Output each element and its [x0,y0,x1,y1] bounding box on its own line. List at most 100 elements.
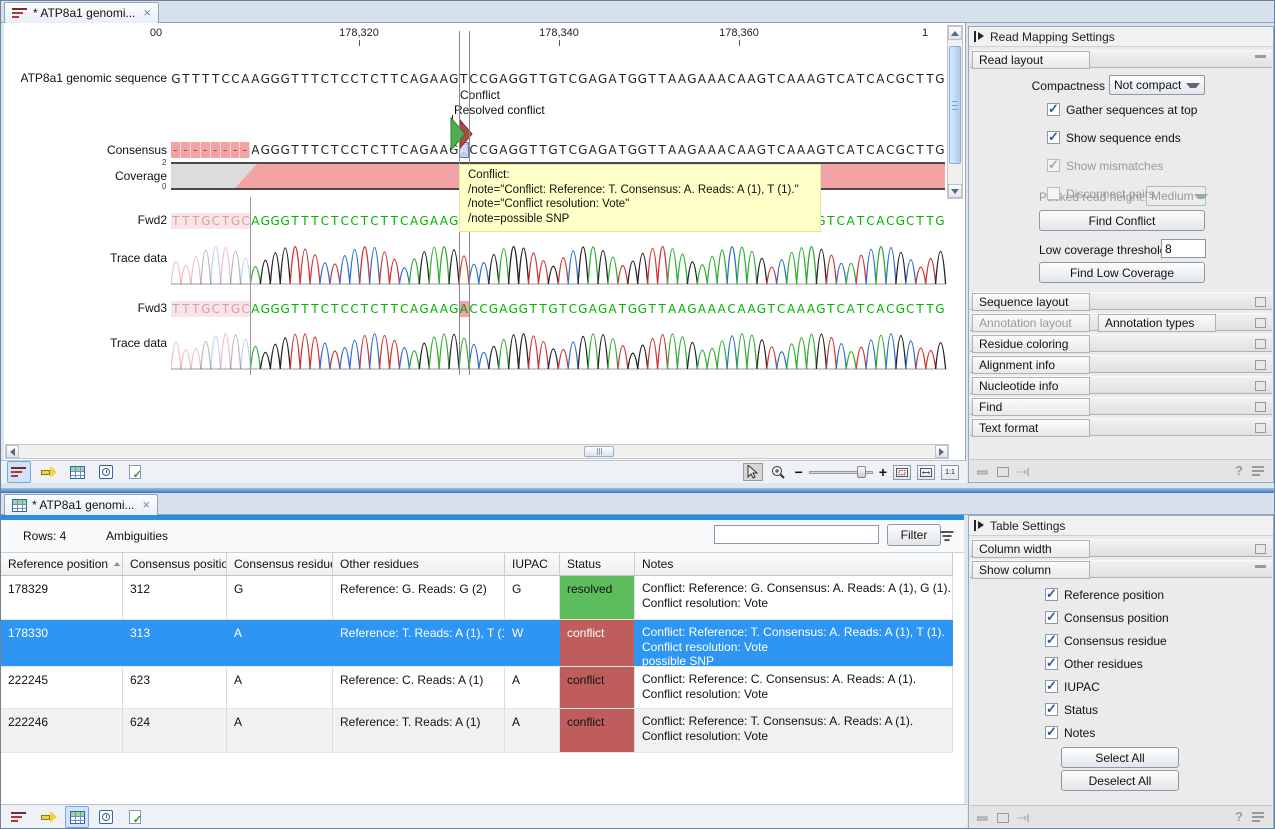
close-icon[interactable]: × [144,7,152,19]
checkbox-icon[interactable] [1047,159,1060,172]
zoom-slider[interactable] [809,465,873,479]
help-icon[interactable]: ? [1235,463,1243,478]
zoom-in-tool-icon[interactable] [769,463,789,481]
dock-panel-icon[interactable] [1017,466,1028,476]
deselect-all-button[interactable]: Deselect All [1061,770,1179,791]
horizontal-scrollbar[interactable] [5,444,949,459]
zoom-to-selection-icon[interactable] [893,465,911,480]
collapse-icon[interactable] [1255,55,1266,58]
column-header-consensus-position[interactable]: Consensus position [123,553,227,576]
filter-button[interactable]: Filter [887,524,941,546]
float-panel-icon[interactable] [997,812,1008,822]
view-mode-button-history[interactable] [94,461,118,483]
compactness-dropdown[interactable]: Not compact [1109,75,1205,95]
reference-sequence[interactable]: GTTTTCCAAGGGTTTCTCCTCTTCAGAAGTCCGAGGTTGT… [171,71,945,87]
group-nucleotide-info[interactable]: Nucleotide info [970,376,1272,394]
scroll-up-button[interactable] [948,26,962,40]
checkbox-icon[interactable] [1047,187,1060,200]
show-column-checkbox-row[interactable]: Reference position [1045,588,1164,602]
group-alignment-info[interactable]: Alignment info [970,355,1272,373]
expand-icon[interactable] [1255,360,1266,370]
view-mode-button-export-graphics[interactable] [36,461,60,483]
checkbox-icon[interactable] [1045,657,1058,670]
select-all-button[interactable]: Select All [1061,747,1179,768]
readlayout-checkbox-row[interactable]: Disconnect pairs [1047,187,1155,201]
cursor-tool-icon[interactable] [743,463,763,481]
view-mode-button-readmap[interactable] [7,461,31,483]
sidepanel-menu-icon[interactable] [1252,811,1265,822]
expand-icon[interactable] [1255,402,1266,412]
group-label[interactable]: Annotation types [1098,314,1216,332]
column-header-status[interactable]: Status [560,553,635,576]
expand-icon[interactable] [1255,423,1266,433]
low-coverage-threshold-input[interactable] [1161,239,1206,258]
expand-icon[interactable] [1255,544,1266,554]
group-residue-coloring[interactable]: Residue coloring [970,334,1272,352]
column-header-reference-position[interactable]: Reference position [1,553,123,576]
expand-icon[interactable] [1255,339,1266,349]
fit-width-icon[interactable] [917,465,935,480]
zoom-out-button[interactable]: − [795,464,803,480]
group-text-format[interactable]: Text format [970,418,1272,436]
show-column-checkbox-row[interactable]: IUPAC [1045,680,1100,694]
tab-conflicts-table[interactable]: * ATP8a1 genomi... × [4,494,158,515]
expand-icon[interactable] [1255,318,1266,328]
group-show-column[interactable]: Show column [970,560,1272,578]
checkbox-icon[interactable] [1045,726,1058,739]
conflict-marker-icons[interactable] [448,117,478,151]
table-row[interactable]: 222245623AReference: C. Reads: A (1)Acon… [1,667,953,709]
group-annotation-layout[interactable]: Annotation layoutAnnotation types [970,313,1272,331]
show-column-checkbox-row[interactable]: Status [1045,703,1098,717]
view-mode-button-table[interactable] [65,461,89,483]
column-header-consensus-residue[interactable]: Consensus residue [227,553,333,576]
settings-panel-header[interactable]: Read Mapping Settings [969,27,1273,47]
checkbox-icon[interactable] [1045,680,1058,693]
group-column-width[interactable]: Column width [970,539,1272,557]
view-mode-button-report[interactable] [123,461,147,483]
view-mode-button-report[interactable] [123,806,147,828]
filter-input[interactable] [714,525,879,544]
view-mode-button-readmap[interactable] [7,806,31,828]
checkbox-icon[interactable] [1045,634,1058,647]
float-panel-icon[interactable] [997,466,1008,476]
zoom-in-button[interactable]: + [879,464,887,480]
sidepanel-menu-icon[interactable] [1252,465,1265,476]
consensus-sequence[interactable]: --------AGGGTTTCTCCTCTTCAGAAGACCGAGGTTGT… [171,142,945,158]
collapse-all-icon[interactable] [977,812,988,822]
readlayout-checkbox-row[interactable]: Show mismatches [1047,159,1163,173]
find-low-coverage-button[interactable]: Find Low Coverage [1039,262,1205,283]
expand-icon[interactable] [1255,381,1266,391]
tab-read-mapping[interactable]: * ATP8a1 genomi... × [4,2,159,23]
collapse-all-icon[interactable] [977,466,988,476]
table-settings-header[interactable]: Table Settings [969,516,1273,536]
help-icon[interactable]: ? [1235,809,1243,824]
one-to-one-icon[interactable]: 1:1 [941,465,959,480]
show-column-checkbox-row[interactable]: Other residues [1045,657,1143,671]
read2-sequence[interactable]: TTTGCTGCAGGGTTTCTCCTCTTCAGAAGACCGAGGTTGT… [171,301,945,317]
show-column-checkbox-row[interactable]: Consensus position [1045,611,1169,625]
checkbox-icon[interactable] [1045,703,1058,716]
view-mode-button-history[interactable] [94,806,118,828]
table-row[interactable]: 222246624AReference: T. Reads: A (1)Acon… [1,709,953,753]
expand-icon[interactable] [1255,297,1266,307]
vertical-scrollbar[interactable] [947,25,963,199]
dock-panel-icon[interactable] [1017,812,1028,822]
horizontal-scrollbar-thumb[interactable] [584,446,614,457]
view-mode-button-table[interactable] [65,806,89,828]
scroll-down-button[interactable] [948,184,962,198]
checkbox-icon[interactable] [1047,103,1060,116]
group-read-layout[interactable]: Read layout [970,50,1272,68]
collapse-icon[interactable] [1255,565,1266,568]
column-header-notes[interactable]: Notes [635,553,953,576]
table-row[interactable]: 178329312GReference: G. Reads: G (2)Gres… [1,576,953,620]
group-find[interactable]: Find [970,397,1272,415]
checkbox-icon[interactable] [1045,588,1058,601]
show-column-checkbox-row[interactable]: Consensus residue [1045,634,1167,648]
column-header-other-residues[interactable]: Other residues [333,553,505,576]
table-row[interactable]: 178330313AReference: T. Reads: A (1), T … [1,620,953,667]
scroll-left-button[interactable] [6,445,19,458]
column-header-iupac[interactable]: IUPAC [505,553,560,576]
checkbox-icon[interactable] [1047,131,1060,144]
find-conflict-button[interactable]: Find Conflict [1039,210,1205,231]
scroll-right-button[interactable] [935,445,948,458]
